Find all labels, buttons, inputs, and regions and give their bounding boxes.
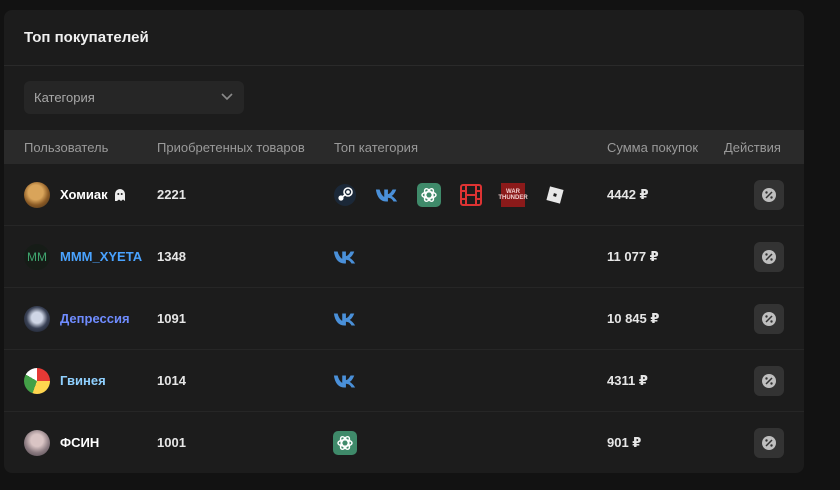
roblox-icon[interactable]	[543, 183, 567, 207]
column-header-user: Пользователь	[24, 140, 109, 155]
steam-icon[interactable]	[333, 183, 357, 207]
table-row: Хомиак 2221 WAR THUNDER 4442 ₽	[4, 164, 804, 226]
column-header-category: Топ категория	[334, 140, 418, 155]
discount-button[interactable]	[754, 303, 784, 334]
purchase-sum: 901 ₽	[607, 434, 642, 450]
actions-cell	[754, 350, 784, 411]
user-cell[interactable]: Хомиак	[24, 164, 126, 225]
table-header: Пользователь Приобретенных товаров Топ к…	[4, 130, 804, 164]
purchase-count: 1348	[157, 249, 186, 264]
actions-cell	[754, 288, 784, 349]
discount-button[interactable]	[754, 427, 784, 458]
actions-cell	[754, 412, 784, 473]
war-thunder-icon[interactable]: WAR THUNDER	[498, 182, 528, 207]
category-dropdown[interactable]: Категория	[24, 81, 244, 114]
table-row: ФСИН 1001 901 ₽	[4, 412, 804, 473]
discount-icon	[762, 373, 776, 388]
discount-button[interactable]	[754, 241, 784, 272]
top-categories	[333, 412, 375, 473]
avatar[interactable]	[24, 429, 50, 456]
table-row: MM MMM_XYETA 1348 11 077 ₽	[4, 226, 804, 288]
column-header-actions: Действия	[724, 140, 781, 155]
filter-row: Категория	[4, 66, 804, 130]
purchase-count: 1091	[157, 311, 186, 326]
purchase-count: 1014	[157, 373, 186, 388]
column-header-sum: Сумма покупок	[607, 140, 699, 155]
table-row: Гвинея 1014 4311 ₽	[4, 350, 804, 412]
purchase-sum: 10 845 ₽	[607, 310, 660, 326]
column-header-count: Приобретенных товаров	[157, 140, 305, 155]
avatar[interactable]: MM	[24, 243, 50, 270]
discount-button[interactable]	[754, 179, 784, 210]
user-cell[interactable]: Гвинея	[24, 350, 106, 411]
top-buyers-card: Топ покупателей Категория Пользователь П…	[4, 10, 804, 473]
film-icon[interactable]	[459, 183, 483, 207]
avatar[interactable]	[24, 367, 50, 394]
discount-icon	[762, 249, 776, 264]
purchase-count: 2221	[157, 187, 186, 202]
user-name[interactable]: Депрессия	[60, 311, 130, 326]
chatgpt-icon[interactable]	[417, 182, 441, 207]
vk-icon[interactable]	[333, 245, 357, 269]
category-dropdown-placeholder: Категория	[34, 90, 95, 105]
user-name[interactable]: MMM_XYETA	[60, 249, 142, 264]
actions-cell	[754, 164, 784, 225]
card-title: Топ покупателей	[4, 10, 804, 66]
user-cell[interactable]: ФСИН	[24, 412, 99, 473]
top-categories: WAR THUNDER	[333, 164, 585, 225]
user-name[interactable]: Хомиак	[60, 187, 108, 202]
chevron-down-icon	[221, 93, 233, 101]
ghost-badge-icon	[114, 188, 125, 201]
user-cell[interactable]: MM MMM_XYETA	[24, 226, 142, 287]
discount-icon	[762, 187, 776, 202]
top-categories	[333, 288, 375, 349]
purchase-count: 1001	[157, 435, 186, 450]
vk-icon[interactable]	[333, 369, 357, 393]
user-name[interactable]: Гвинея	[60, 373, 106, 388]
avatar[interactable]	[24, 181, 50, 208]
war-thunder-logo-text: WAR THUNDER	[498, 182, 528, 207]
user-name[interactable]: ФСИН	[60, 435, 99, 450]
top-categories	[333, 226, 375, 287]
discount-button[interactable]	[754, 365, 784, 396]
avatar-initials: MM	[27, 249, 47, 264]
avatar[interactable]	[24, 305, 50, 332]
user-cell[interactable]: Депрессия	[24, 288, 130, 349]
table-body: Хомиак 2221 WAR THUNDER 4442 ₽ MM MMM_XYE…	[4, 164, 804, 473]
purchase-sum: 4442 ₽	[607, 186, 649, 202]
vk-icon[interactable]	[375, 183, 399, 207]
vk-icon[interactable]	[333, 307, 357, 331]
purchase-sum: 11 077 ₽	[607, 248, 659, 264]
discount-icon	[762, 311, 776, 326]
chatgpt-icon[interactable]	[333, 430, 357, 455]
purchase-sum: 4311 ₽	[607, 372, 648, 388]
top-categories	[333, 350, 375, 411]
actions-cell	[754, 226, 784, 287]
discount-icon	[762, 435, 776, 450]
table-row: Депрессия 1091 10 845 ₽	[4, 288, 804, 350]
